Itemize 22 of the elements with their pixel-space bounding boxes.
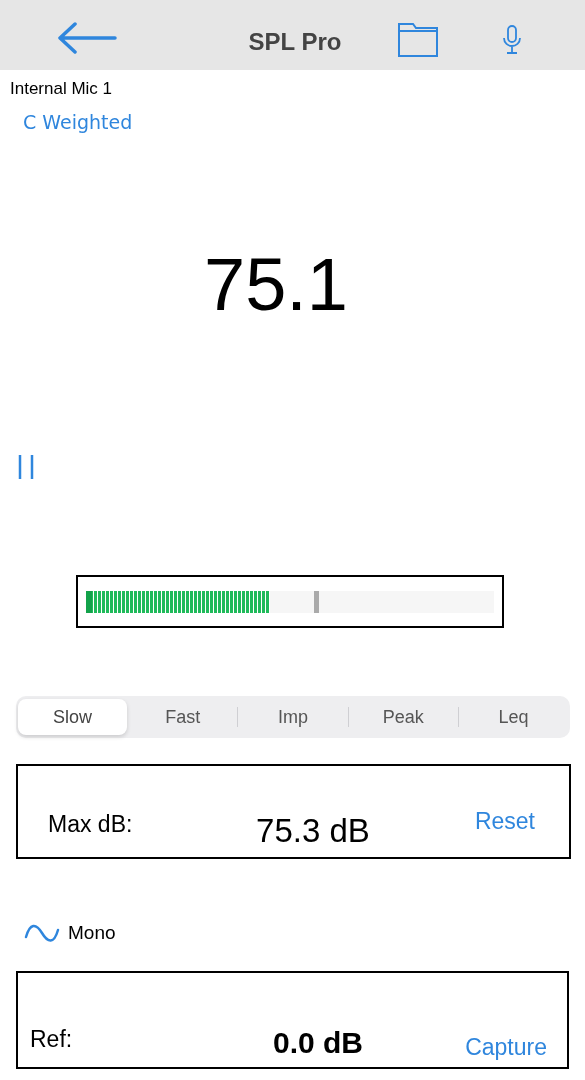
weighting-button[interactable]: C Weighted [23,108,133,137]
channel-mode-label: Mono [68,920,116,945]
mode-tab[interactable]: Slow [18,699,128,735]
input-device-label: Internal Mic 1 [10,78,113,100]
reset-button[interactable]: Reset [474,804,535,839]
ref-label: Ref: [30,1025,73,1054]
max-label: Max dB: [48,810,133,839]
microphone-icon [502,25,522,55]
back-button[interactable] [56,20,118,56]
pause-icon [17,454,35,480]
capture-button[interactable]: Capture [465,1030,547,1065]
sound-level-reading: 75.1 [203,248,349,322]
folder-button[interactable] [397,22,439,58]
mode-tab[interactable]: Peak [348,699,458,735]
mode-tab[interactable]: Imp [238,699,348,735]
back-arrow-icon [57,22,117,54]
app-title: SPL Pro [247,27,343,57]
mode-tab[interactable]: Fast [128,699,238,735]
mode-tab[interactable]: Leq [458,699,568,735]
folder-icon [398,23,438,57]
ref-value: 0.0 dB [272,1025,364,1061]
max-value: 75.3 dB [255,811,371,851]
